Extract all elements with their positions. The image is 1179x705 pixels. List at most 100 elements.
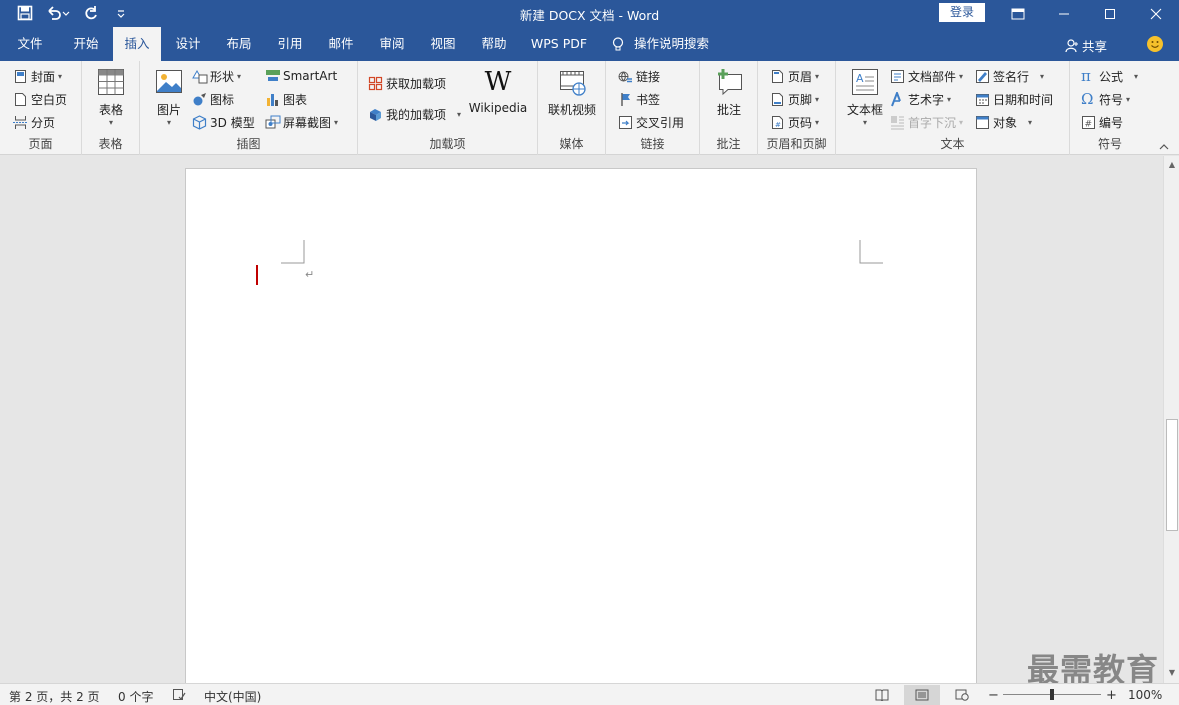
group-label-text: 文本: [940, 137, 965, 151]
table-icon: [96, 67, 126, 97]
page-break-icon: [13, 115, 28, 130]
new-comment-button[interactable]: 批注: [711, 67, 747, 118]
smartart-button[interactable]: SmartArt: [265, 68, 337, 83]
object-button[interactable]: 对象 ▾: [975, 114, 1032, 131]
page-break-button[interactable]: 分页: [13, 114, 55, 131]
minimize-button[interactable]: [1041, 0, 1087, 27]
cross-reference-button[interactable]: 交叉引用: [618, 114, 684, 131]
shapes-button[interactable]: 形状 ▾: [192, 68, 241, 85]
group-label-header-footer: 页眉和页脚: [766, 137, 827, 151]
close-button[interactable]: [1133, 0, 1179, 27]
page-number-button[interactable]: # 页码 ▾: [770, 114, 819, 131]
group-illustrations: 图片 ▾ 形状 ▾ 图标 3D 模型 SmartArt 图表 屏幕截图 ▾ 插图: [140, 61, 358, 155]
icons-button[interactable]: 图标: [192, 91, 234, 108]
read-mode-icon[interactable]: [864, 685, 900, 705]
my-addins-button[interactable]: 我的加载项 ▾: [368, 106, 461, 123]
tab-wps-pdf[interactable]: WPS PDF: [524, 27, 594, 61]
margin-corner-top-left: [281, 240, 305, 264]
group-links: 链接 书签 交叉引用 链接: [606, 61, 700, 155]
number-button[interactable]: # 编号: [1081, 114, 1123, 131]
document-page[interactable]: ↵: [185, 168, 977, 688]
zoom-in-icon[interactable]: +: [1106, 688, 1117, 703]
vertical-scrollbar[interactable]: ▲ ▼: [1163, 156, 1179, 683]
tab-help[interactable]: 帮助: [470, 27, 518, 61]
lightbulb-icon: [612, 36, 624, 52]
title-bar: 新建 DOCX 文档 - Word 登录: [0, 0, 1179, 27]
tab-home[interactable]: 开始: [62, 27, 110, 61]
scroll-down-arrow-icon[interactable]: ▼: [1166, 666, 1178, 680]
scrollbar-thumb[interactable]: [1166, 419, 1178, 531]
share-button[interactable]: 共享: [1065, 36, 1107, 55]
web-layout-icon[interactable]: [944, 685, 980, 705]
object-icon: [975, 115, 990, 130]
wordart-button[interactable]: 艺术字 ▾: [890, 90, 951, 108]
online-video-button[interactable]: 联机视频: [544, 67, 600, 118]
tab-insert[interactable]: 插入: [113, 27, 161, 62]
paragraph-mark-icon: ↵: [305, 268, 315, 281]
store-icon: [368, 76, 383, 91]
my-addins-icon: [368, 107, 383, 122]
tab-layout[interactable]: 布局: [215, 27, 263, 61]
group-comments: 批注 批注: [700, 61, 758, 155]
quick-parts-button[interactable]: 文档部件 ▾: [890, 68, 963, 85]
drop-cap-button[interactable]: 首字下沉 ▾: [890, 114, 963, 131]
zoom-out-icon[interactable]: −: [988, 688, 999, 703]
cover-page-button[interactable]: 封面 ▾: [13, 68, 62, 85]
tab-file[interactable]: 文件: [6, 27, 54, 61]
table-button[interactable]: 表格 ▾: [93, 67, 129, 127]
icons-icon: [192, 92, 207, 107]
feedback-smiley-icon[interactable]: [1147, 36, 1163, 52]
text-box-button[interactable]: A 文本框 ▾: [844, 67, 886, 127]
proofing-icon[interactable]: [172, 688, 186, 704]
zoom-slider-thumb[interactable]: [1050, 689, 1054, 700]
link-button[interactable]: 链接: [618, 68, 660, 85]
signature-line-button[interactable]: 签名行 ▾: [975, 68, 1044, 85]
tab-mailings[interactable]: 邮件: [317, 27, 365, 61]
date-time-button[interactable]: 日期和时间: [975, 91, 1053, 108]
header-button[interactable]: 页眉 ▾: [770, 68, 819, 85]
bookmark-icon: [618, 92, 633, 107]
number-icon: #: [1081, 115, 1096, 130]
svg-text:A: A: [856, 72, 864, 85]
quick-parts-icon: [890, 69, 905, 84]
tab-references[interactable]: 引用: [266, 27, 314, 61]
screenshot-button[interactable]: 屏幕截图 ▾: [265, 114, 338, 131]
footer-button[interactable]: 页脚 ▾: [770, 91, 819, 108]
ribbon-display-options-icon[interactable]: [995, 0, 1041, 27]
group-addins: 获取加载项 我的加载项 ▾ W Wikipedia 加载项: [358, 61, 538, 155]
margin-corner-top-right: [859, 240, 883, 264]
wordart-icon: [890, 90, 905, 107]
page-count[interactable]: 第 2 页，共 2 页: [9, 688, 100, 705]
blank-page-button[interactable]: 空白页: [13, 91, 67, 108]
tab-design[interactable]: 设计: [164, 27, 212, 61]
picture-icon: [154, 67, 184, 97]
picture-button[interactable]: 图片 ▾: [152, 67, 186, 127]
3d-models-button[interactable]: 3D 模型: [192, 114, 255, 131]
word-count[interactable]: 0 个字: [118, 688, 153, 705]
zoom-level[interactable]: 100%: [1128, 688, 1162, 702]
chart-button[interactable]: 图表: [265, 91, 307, 108]
collapse-ribbon-icon[interactable]: [1158, 143, 1172, 153]
tab-review[interactable]: 审阅: [368, 27, 416, 61]
login-button[interactable]: 登录: [939, 3, 985, 22]
tab-view[interactable]: 视图: [419, 27, 467, 61]
comment-icon: [714, 67, 744, 97]
maximize-button[interactable]: [1087, 0, 1133, 27]
signature-line-icon: [975, 69, 990, 84]
get-addins-button[interactable]: 获取加载项: [368, 75, 446, 92]
group-label-symbols: 符号: [1097, 137, 1122, 151]
equation-button[interactable]: π 公式 ▾: [1081, 68, 1138, 85]
wikipedia-button[interactable]: W Wikipedia: [466, 69, 530, 115]
print-layout-icon[interactable]: [904, 685, 940, 705]
wikipedia-w-icon: W: [484, 67, 512, 97]
group-label-comments: 批注: [716, 137, 741, 151]
scroll-up-arrow-icon[interactable]: ▲: [1166, 158, 1178, 172]
symbol-button[interactable]: Ω 符号 ▾: [1081, 91, 1130, 108]
link-icon: [618, 69, 633, 84]
online-video-icon: [557, 67, 587, 97]
group-label-media: 媒体: [559, 137, 584, 151]
bookmark-button[interactable]: 书签: [618, 91, 660, 108]
bar-chart-icon: [265, 92, 280, 107]
tell-me-search[interactable]: 操作说明搜索: [612, 27, 722, 61]
language-indicator[interactable]: 中文(中国): [204, 688, 261, 705]
